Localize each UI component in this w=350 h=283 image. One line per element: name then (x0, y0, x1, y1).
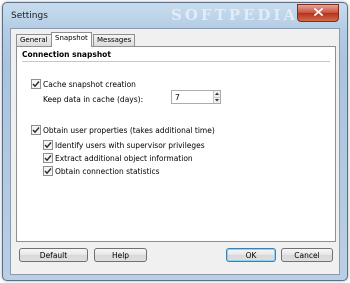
extract-info-checkbox[interactable]: Extract additional object information (43, 153, 193, 163)
chevron-up-icon (215, 92, 219, 96)
checkbox-box (43, 140, 53, 150)
close-icon (313, 8, 323, 18)
tab-messages-label: Messages (97, 36, 132, 44)
keep-days-label: Keep data in cache (days): (43, 94, 144, 104)
tab-snapshot[interactable]: Snapshot (51, 32, 92, 47)
chevron-down-icon (215, 98, 219, 102)
keep-days-spinner[interactable] (171, 90, 221, 104)
keep-days-input[interactable] (172, 91, 213, 103)
identify-supervisors-label: Identify users with supervisor privilege… (55, 140, 205, 150)
checkbox-box (31, 79, 41, 89)
extract-info-label: Extract additional object information (55, 153, 193, 163)
settings-window: Settings SOFTPEDIA General Snapshot Mess… (2, 2, 348, 281)
cache-snapshot-checkbox[interactable]: Cache snapshot creation (31, 79, 136, 89)
close-button[interactable] (297, 4, 339, 22)
window-title: Settings (11, 11, 48, 21)
section-divider (22, 61, 330, 62)
default-button[interactable]: Default (19, 248, 88, 262)
obtain-properties-checkbox[interactable]: Obtain user properties (takes additional… (31, 125, 215, 135)
checkbox-box (31, 125, 41, 135)
help-button[interactable]: Help (94, 248, 147, 262)
dialog-client-area: General Snapshot Messages Connection sna… (10, 28, 340, 275)
cancel-button[interactable]: Cancel (281, 248, 333, 262)
tab-general[interactable]: General (16, 34, 52, 46)
checkbox-box (43, 153, 53, 163)
tab-general-label: General (20, 36, 48, 44)
spin-buttons (213, 91, 220, 103)
connection-stats-label: Obtain connection statistics (55, 166, 160, 176)
ok-button[interactable]: OK (226, 248, 276, 262)
keep-days-row: Keep data in cache (days): (43, 94, 143, 104)
connection-stats-checkbox[interactable]: Obtain connection statistics (43, 166, 160, 176)
section-title: Connection snapshot (22, 50, 111, 59)
cache-snapshot-label: Cache snapshot creation (43, 79, 136, 89)
watermark: SOFTPEDIA (171, 6, 299, 24)
snapshot-panel: Connection snapshot Cache snapshot creat… (16, 46, 336, 242)
tab-messages[interactable]: Messages (93, 34, 136, 46)
tab-snapshot-label: Snapshot (55, 34, 88, 42)
identify-supervisors-checkbox[interactable]: Identify users with supervisor privilege… (43, 140, 205, 150)
obtain-properties-label: Obtain user properties (takes additional… (43, 125, 215, 135)
spin-down-button[interactable] (213, 96, 220, 103)
checkbox-box (43, 166, 53, 176)
